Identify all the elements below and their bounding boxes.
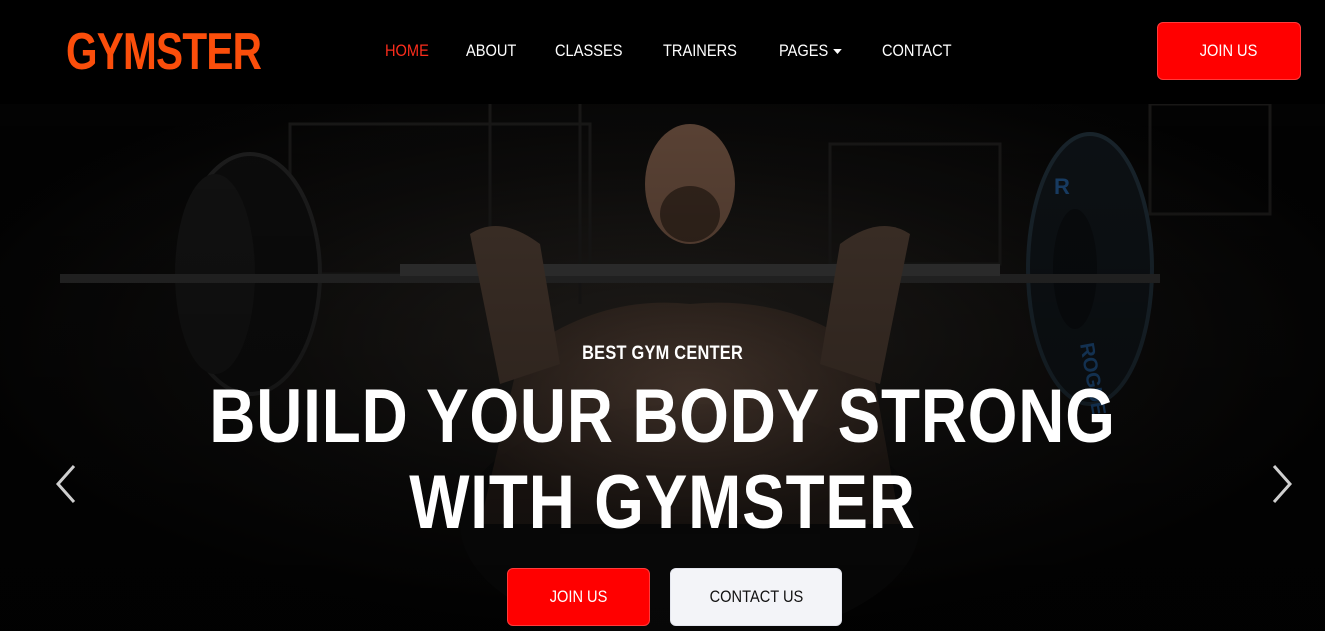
nav-item-pages[interactable]: PAGES: [778, 40, 843, 62]
hero-eyebrow-text: BEST GYM CENTER: [582, 343, 743, 364]
hero-carousel: R ROGUE BEST GYM CENTER BUILD YOUR BODY …: [0, 104, 1325, 631]
chevron-left-icon: [55, 465, 76, 503]
site-header: GYMSTER HOME ABOUT CLASSES TRAINERS PAGE…: [0, 0, 1325, 104]
hero-caption: BEST GYM CENTER BUILD YOUR BODY STRONG W…: [0, 104, 1325, 631]
hero-eyebrow: BEST GYM CENTER: [0, 342, 1325, 366]
hero-join-label: JOIN US: [549, 587, 608, 606]
chevron-right-icon: [1272, 465, 1293, 503]
brand-logo[interactable]: GYMSTER: [66, 20, 262, 84]
hero-headline: BUILD YOUR BODY STRONG WITH GYMSTER: [0, 374, 1325, 546]
carousel-next-button[interactable]: [1266, 462, 1296, 506]
header-join-button[interactable]: JOIN US: [1157, 22, 1301, 80]
hero-contact-button[interactable]: CONTACT US: [670, 568, 842, 626]
nav-item-home[interactable]: HOME: [385, 40, 429, 62]
nav-item-trainers[interactable]: TRAINERS: [663, 40, 737, 62]
hero-join-button[interactable]: JOIN US: [507, 568, 650, 626]
nav-item-pages-label: PAGES: [778, 41, 829, 60]
hero-contact-label: CONTACT US: [709, 587, 803, 606]
nav-item-about[interactable]: ABOUT: [466, 40, 516, 62]
carousel-prev-button[interactable]: [52, 462, 82, 506]
nav-item-classes[interactable]: CLASSES: [555, 40, 622, 62]
hero-headline-line-2: WITH GYMSTER: [409, 460, 916, 545]
main-nav: HOME ABOUT CLASSES TRAINERS PAGES CONTAC…: [385, 40, 993, 62]
nav-item-contact[interactable]: CONTACT: [882, 40, 952, 62]
hero-headline-line-1: BUILD YOUR BODY STRONG: [209, 374, 1116, 459]
caret-down-icon: [833, 48, 843, 54]
header-join-label: JOIN US: [1200, 41, 1258, 60]
